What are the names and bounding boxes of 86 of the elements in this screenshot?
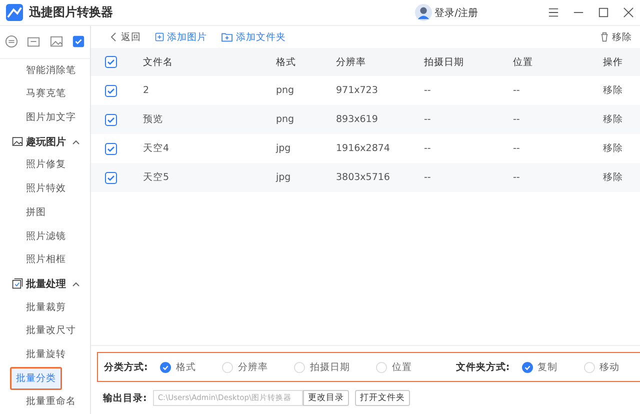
column-header: 操作	[603, 56, 624, 68]
row-checkbox[interactable]	[105, 84, 117, 96]
close-icon[interactable]	[623, 7, 634, 18]
avatar-icon	[414, 4, 432, 21]
option-label: 复制	[538, 360, 558, 374]
radio-icon[interactable]	[522, 362, 533, 372]
table-cell-text: --	[424, 114, 432, 125]
sidebar-group[interactable]: 批量处理	[0, 272, 90, 296]
sidebar-item[interactable]: 照片滤镜	[4, 224, 86, 248]
sidebar-item[interactable]: 智能消除笔	[4, 58, 86, 82]
sidebar-item[interactable]: 照片特效	[4, 177, 86, 201]
login-button[interactable]: 登录/注册	[414, 4, 478, 21]
add-image-icon	[155, 32, 164, 42]
app-title: 迅捷图片转换器	[29, 4, 113, 21]
option-label: 拍摄日期	[310, 360, 350, 374]
app-logo-icon	[6, 4, 23, 21]
row-checkbox[interactable]	[105, 114, 117, 126]
select-all-checkbox[interactable]	[105, 56, 117, 68]
option-label: 格式	[176, 360, 196, 374]
column-header: 格式	[276, 56, 297, 68]
output-label: 输出目录:	[103, 392, 147, 404]
table-cell-text: 天空5	[143, 171, 170, 184]
table-cell-text: 3803x5716	[336, 172, 391, 183]
chevron-left-icon	[109, 32, 118, 42]
remove-link[interactable]: 移除	[603, 142, 640, 155]
remove-link[interactable]: 移除	[603, 84, 640, 97]
radio-icon[interactable]	[160, 362, 171, 372]
row-checkbox[interactable]	[105, 172, 117, 184]
table-cell-text: png	[276, 114, 296, 125]
column-header: 位置	[513, 56, 534, 68]
remove-link[interactable]: 移除	[603, 171, 640, 184]
column-header: 拍摄日期	[424, 56, 465, 68]
remove-button[interactable]: 移除	[600, 30, 632, 44]
table-cell-text: png	[276, 85, 296, 96]
image-icon	[12, 136, 23, 148]
table-cell-text: --	[513, 172, 521, 183]
add-image-button[interactable]: 添加图片	[155, 30, 207, 44]
remove-link[interactable]: 移除	[603, 113, 640, 126]
table-cell-text: 1916x2874	[336, 143, 391, 154]
table-cell-text: --	[513, 85, 521, 96]
table-cell-text: jpg	[276, 143, 292, 154]
sidebar-item[interactable]: 马赛克笔	[4, 82, 86, 106]
convert-icon[interactable]	[4, 35, 18, 48]
sidebar-item[interactable]: 批量改尺寸	[4, 319, 86, 343]
checklist-icon	[12, 278, 23, 290]
sidebar-group[interactable]: 趣玩图片	[0, 130, 90, 154]
table-cell-text: 预览	[143, 113, 164, 126]
sidebar-item[interactable]: 批量重命名	[4, 390, 86, 414]
table-cell-text: --	[424, 85, 432, 96]
option-label: 移动	[600, 360, 620, 374]
folder-mode-label: 文件夹方式:	[456, 360, 510, 374]
table-cell-text: --	[513, 143, 521, 154]
table-cell-text: --	[424, 143, 432, 154]
card-icon[interactable]	[27, 35, 40, 48]
change-dir-button[interactable]: 更改目录	[302, 390, 349, 406]
table-cell-text: 2	[143, 85, 150, 96]
caret-icon[interactable]	[72, 138, 80, 146]
menu-icon[interactable]	[548, 7, 559, 18]
sidebar-item[interactable]: 拼图	[4, 200, 86, 224]
sidebar-item[interactable]: 批量分类	[10, 366, 62, 390]
add-folder-icon	[221, 32, 233, 42]
option-label: 位置	[392, 360, 412, 374]
sidebar-item[interactable]: 照片相框	[4, 248, 86, 272]
column-header: 分辨率	[336, 56, 367, 68]
column-header: 文件名	[143, 56, 174, 68]
open-folder-button[interactable]: 打开文件夹	[354, 390, 410, 406]
sidebar-item[interactable]: 批量旋转	[4, 342, 86, 367]
checklist-icon[interactable]	[72, 35, 86, 48]
image-icon[interactable]	[50, 35, 63, 48]
row-checkbox[interactable]	[105, 142, 117, 154]
sidebar-item[interactable]: 照片修复	[4, 153, 86, 178]
table-cell-text: 天空4	[143, 142, 170, 155]
table-cell-text: 971x723	[336, 85, 379, 96]
table-cell-text: jpg	[276, 172, 292, 183]
caret-icon[interactable]	[72, 280, 80, 288]
maximize-icon[interactable]	[598, 7, 609, 18]
back-button[interactable]: 返回	[109, 30, 141, 44]
table-cell-text: --	[424, 172, 432, 183]
table-cell-text: --	[513, 114, 521, 125]
sidebar-item[interactable]: 批量裁剪	[4, 296, 86, 320]
table-cell-text: 893x619	[336, 114, 379, 125]
add-folder-button[interactable]: 添加文件夹	[221, 30, 286, 44]
sidebar-item[interactable]: 图片加文字	[4, 106, 86, 130]
trash-icon	[600, 32, 609, 42]
classify-label: 分类方式:	[104, 360, 148, 374]
option-label: 分辨率	[238, 360, 268, 374]
